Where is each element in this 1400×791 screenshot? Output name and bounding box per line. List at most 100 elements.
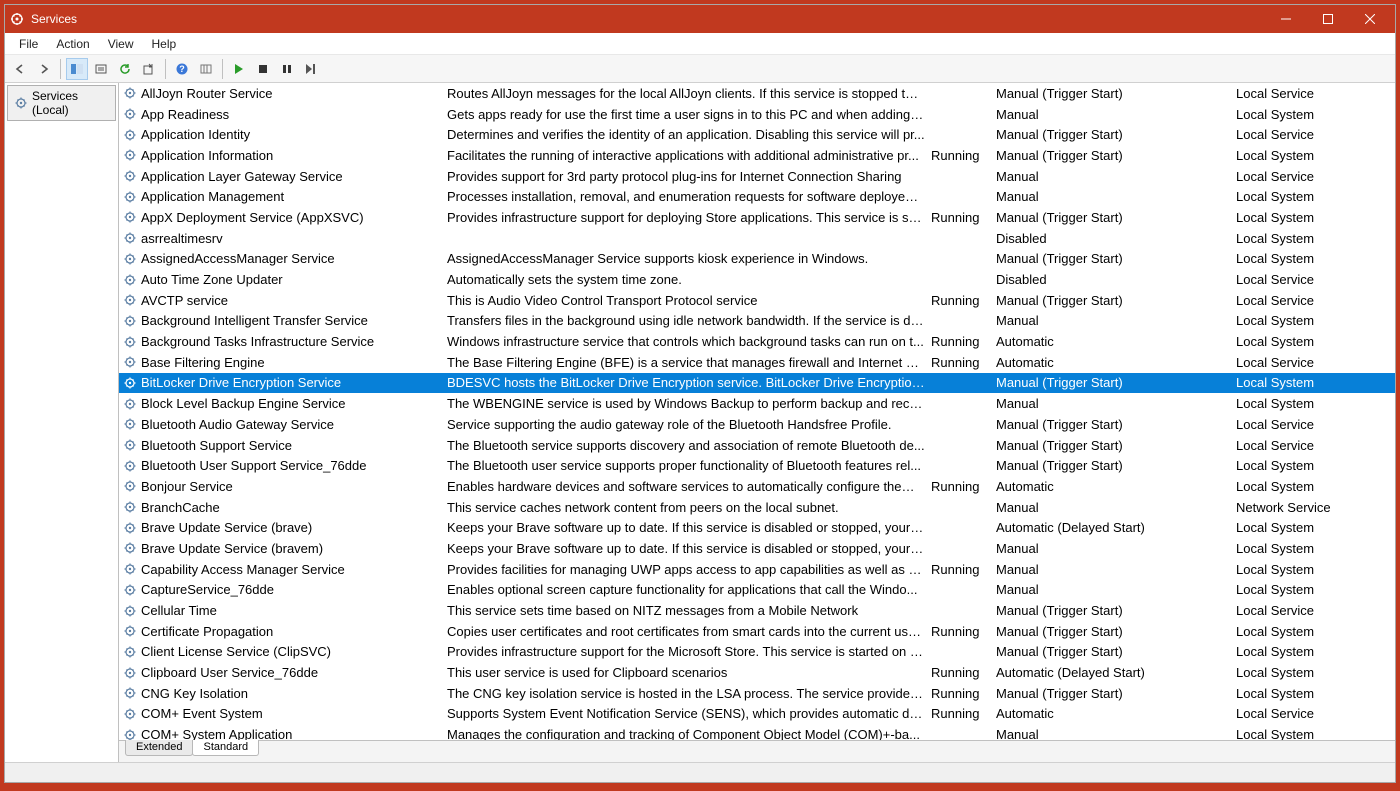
tab-standard[interactable]: Standard [192, 740, 259, 756]
service-row[interactable]: CNG Key IsolationThe CNG key isolation s… [119, 683, 1395, 704]
service-row[interactable]: Bluetooth Support ServiceThe Bluetooth s… [119, 435, 1395, 456]
service-description: Enables optional screen capture function… [447, 582, 931, 597]
service-row[interactable]: Certificate PropagationCopies user certi… [119, 621, 1395, 642]
menu-view[interactable]: View [100, 35, 142, 53]
show-hide-tree-button[interactable] [66, 58, 88, 80]
minimize-button[interactable] [1265, 5, 1307, 33]
service-name: Application Management [141, 189, 447, 204]
services-list[interactable]: AllJoyn Router ServiceRoutes AllJoyn mes… [119, 83, 1395, 740]
restart-service-button[interactable] [300, 58, 322, 80]
service-startup-type: Manual (Trigger Start) [996, 686, 1236, 701]
service-startup-type: Automatic [996, 334, 1236, 349]
service-startup-type: Automatic (Delayed Start) [996, 665, 1236, 680]
service-startup-type: Automatic [996, 355, 1236, 370]
service-startup-type: Disabled [996, 231, 1236, 246]
service-description: Windows infrastructure service that cont… [447, 334, 931, 349]
service-name: COM+ Event System [141, 706, 447, 721]
service-row[interactable]: COM+ System ApplicationManages the confi… [119, 724, 1395, 740]
service-startup-type: Manual (Trigger Start) [996, 375, 1236, 390]
service-logon-as: Local System [1236, 479, 1395, 494]
service-row[interactable]: asrrealtimesrvDisabledLocal System [119, 228, 1395, 249]
gear-icon [123, 707, 141, 721]
service-row[interactable]: BitLocker Drive Encryption ServiceBDESVC… [119, 373, 1395, 394]
service-startup-type: Manual (Trigger Start) [996, 458, 1236, 473]
service-row[interactable]: Bluetooth Audio Gateway ServiceService s… [119, 414, 1395, 435]
service-row[interactable]: Background Tasks Infrastructure ServiceW… [119, 331, 1395, 352]
back-button[interactable] [9, 58, 31, 80]
gear-icon [123, 562, 141, 576]
properties-button[interactable] [90, 58, 112, 80]
service-row[interactable]: Application ManagementProcesses installa… [119, 186, 1395, 207]
menu-action[interactable]: Action [48, 35, 97, 53]
gear-icon [123, 355, 141, 369]
gear-icon [123, 397, 141, 411]
help-button[interactable]: ? [171, 58, 193, 80]
service-row[interactable]: Brave Update Service (brave)Keeps your B… [119, 517, 1395, 538]
service-row[interactable]: Client License Service (ClipSVC)Provides… [119, 642, 1395, 663]
service-row[interactable]: Block Level Backup Engine ServiceThe WBE… [119, 393, 1395, 414]
service-logon-as: Local Service [1236, 272, 1395, 287]
export-button[interactable] [138, 58, 160, 80]
titlebar[interactable]: Services [5, 5, 1395, 33]
service-description: Provides infrastructure support for depl… [447, 210, 931, 225]
service-row[interactable]: Bonjour ServiceEnables hardware devices … [119, 476, 1395, 497]
gear-icon [123, 521, 141, 535]
service-row[interactable]: Base Filtering EngineThe Base Filtering … [119, 352, 1395, 373]
tree-item-services-local[interactable]: Services (Local) [7, 85, 116, 121]
service-row[interactable]: App ReadinessGets apps ready for use the… [119, 104, 1395, 125]
tab-extended[interactable]: Extended [125, 740, 193, 756]
service-row[interactable]: Application IdentityDetermines and verif… [119, 124, 1395, 145]
service-status: Running [931, 562, 996, 577]
gear-icon [123, 541, 141, 555]
service-row[interactable]: AssignedAccessManager ServiceAssignedAcc… [119, 249, 1395, 270]
tab-strip: Extended Standard [119, 740, 1395, 762]
service-name: Application Layer Gateway Service [141, 169, 447, 184]
service-description: This service sets time based on NITZ mes… [447, 603, 931, 618]
service-name: Brave Update Service (brave) [141, 520, 447, 535]
service-name: asrrealtimesrv [141, 231, 447, 246]
service-row[interactable]: Cellular TimeThis service sets time base… [119, 600, 1395, 621]
service-startup-type: Disabled [996, 272, 1236, 287]
service-startup-type: Manual (Trigger Start) [996, 644, 1236, 659]
stop-service-button[interactable] [252, 58, 274, 80]
service-description: AssignedAccessManager Service supports k… [447, 251, 931, 266]
service-description: Provides facilities for managing UWP app… [447, 562, 931, 577]
service-startup-type: Manual [996, 582, 1236, 597]
maximize-button[interactable] [1307, 5, 1349, 33]
service-row[interactable]: AllJoyn Router ServiceRoutes AllJoyn mes… [119, 83, 1395, 104]
gear-icon [123, 417, 141, 431]
separator [60, 59, 61, 79]
menu-file[interactable]: File [11, 35, 46, 53]
service-row[interactable]: Bluetooth User Support Service_76ddeThe … [119, 455, 1395, 476]
gear-icon [123, 645, 141, 659]
service-logon-as: Local Service [1236, 293, 1395, 308]
menu-help[interactable]: Help [144, 35, 185, 53]
refresh-button[interactable] [114, 58, 136, 80]
tree-pane[interactable]: Services (Local) [5, 83, 119, 762]
service-logon-as: Local System [1236, 189, 1395, 204]
service-row[interactable]: CaptureService_76ddeEnables optional scr… [119, 580, 1395, 601]
service-row[interactable]: Capability Access Manager ServiceProvide… [119, 559, 1395, 580]
service-row[interactable]: Application InformationFacilitates the r… [119, 145, 1395, 166]
service-row[interactable]: Background Intelligent Transfer ServiceT… [119, 311, 1395, 332]
service-description: Enables hardware devices and software se… [447, 479, 931, 494]
start-service-button[interactable] [228, 58, 250, 80]
gear-icon [123, 728, 141, 740]
column-button[interactable] [195, 58, 217, 80]
service-description: The Bluetooth user service supports prop… [447, 458, 931, 473]
service-row[interactable]: AppX Deployment Service (AppXSVC)Provide… [119, 207, 1395, 228]
service-logon-as: Local System [1236, 624, 1395, 639]
service-row[interactable]: BranchCacheThis service caches network c… [119, 497, 1395, 518]
close-button[interactable] [1349, 5, 1391, 33]
service-row[interactable]: COM+ Event SystemSupports System Event N… [119, 704, 1395, 725]
service-row[interactable]: Auto Time Zone UpdaterAutomatically sets… [119, 269, 1395, 290]
pause-service-button[interactable] [276, 58, 298, 80]
service-startup-type: Manual [996, 562, 1236, 577]
service-row[interactable]: Application Layer Gateway ServiceProvide… [119, 166, 1395, 187]
forward-button[interactable] [33, 58, 55, 80]
service-logon-as: Local System [1236, 107, 1395, 122]
service-row[interactable]: Brave Update Service (bravem)Keeps your … [119, 538, 1395, 559]
service-row[interactable]: Clipboard User Service_76ddeThis user se… [119, 662, 1395, 683]
service-row[interactable]: AVCTP serviceThis is Audio Video Control… [119, 290, 1395, 311]
service-description: Provides support for 3rd party protocol … [447, 169, 931, 184]
